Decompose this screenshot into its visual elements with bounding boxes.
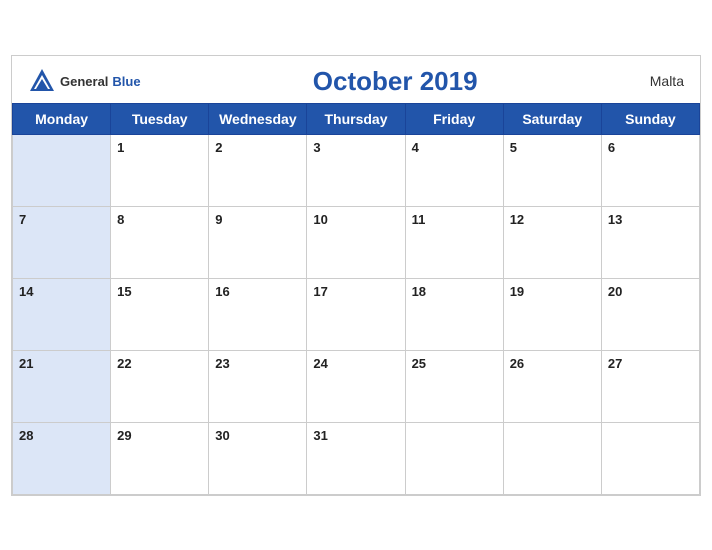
calendar-cell: 31	[307, 422, 405, 494]
calendar-header: General Blue October 2019 Malta	[12, 56, 700, 103]
day-number: 4	[412, 140, 419, 155]
day-number: 10	[313, 212, 327, 227]
calendar-cell: 17	[307, 278, 405, 350]
day-number: 6	[608, 140, 615, 155]
calendar-cell: 1	[111, 134, 209, 206]
day-number: 26	[510, 356, 524, 371]
calendar-cell: 18	[405, 278, 503, 350]
day-number: 15	[117, 284, 131, 299]
day-number: 17	[313, 284, 327, 299]
calendar-cell	[13, 134, 111, 206]
day-number: 3	[313, 140, 320, 155]
weekday-header-friday: Friday	[405, 103, 503, 134]
country-label: Malta	[650, 73, 684, 89]
day-number: 22	[117, 356, 131, 371]
day-number: 25	[412, 356, 426, 371]
day-number: 28	[19, 428, 33, 443]
day-number: 1	[117, 140, 124, 155]
weekday-header-monday: Monday	[13, 103, 111, 134]
calendar-title: October 2019	[313, 66, 478, 97]
calendar-cell: 20	[601, 278, 699, 350]
calendar-cell	[601, 422, 699, 494]
logo-area: General Blue	[28, 67, 141, 95]
day-number: 13	[608, 212, 622, 227]
calendar-cell: 12	[503, 206, 601, 278]
logo-icon	[28, 67, 56, 95]
calendar-cell: 29	[111, 422, 209, 494]
calendar-cell: 19	[503, 278, 601, 350]
day-number: 30	[215, 428, 229, 443]
day-number: 7	[19, 212, 26, 227]
calendar-cell: 14	[13, 278, 111, 350]
day-number: 16	[215, 284, 229, 299]
calendar-cell: 26	[503, 350, 601, 422]
calendar-cell: 10	[307, 206, 405, 278]
calendar-cell: 30	[209, 422, 307, 494]
day-number: 21	[19, 356, 33, 371]
day-number: 27	[608, 356, 622, 371]
calendar: General Blue October 2019 Malta MondayTu…	[11, 55, 701, 496]
calendar-cell: 13	[601, 206, 699, 278]
calendar-cell: 16	[209, 278, 307, 350]
calendar-cell: 3	[307, 134, 405, 206]
day-number: 24	[313, 356, 327, 371]
day-number: 2	[215, 140, 222, 155]
weekday-header-row: MondayTuesdayWednesdayThursdayFridaySatu…	[13, 103, 700, 134]
logo-general: General	[60, 74, 108, 89]
day-number: 29	[117, 428, 131, 443]
calendar-cell: 23	[209, 350, 307, 422]
calendar-cell: 22	[111, 350, 209, 422]
day-number: 5	[510, 140, 517, 155]
calendar-cell: 9	[209, 206, 307, 278]
weekday-header-wednesday: Wednesday	[209, 103, 307, 134]
calendar-cell: 4	[405, 134, 503, 206]
day-number: 23	[215, 356, 229, 371]
week-row-1: 1 2 3 4 5 6	[13, 134, 700, 206]
day-number: 14	[19, 284, 33, 299]
week-row-2: 7 8 9 10 11 12 13	[13, 206, 700, 278]
day-number: 9	[215, 212, 222, 227]
day-number: 31	[313, 428, 327, 443]
calendar-cell: 27	[601, 350, 699, 422]
logo-blue: Blue	[112, 74, 140, 89]
day-number: 20	[608, 284, 622, 299]
calendar-cell: 2	[209, 134, 307, 206]
calendar-cell	[503, 422, 601, 494]
calendar-cell: 7	[13, 206, 111, 278]
calendar-cell: 8	[111, 206, 209, 278]
day-number: 19	[510, 284, 524, 299]
week-row-5: 28 29 30 31	[13, 422, 700, 494]
day-number: 12	[510, 212, 524, 227]
calendar-cell: 6	[601, 134, 699, 206]
calendar-cell: 28	[13, 422, 111, 494]
weekday-header-saturday: Saturday	[503, 103, 601, 134]
day-number: 11	[412, 212, 426, 227]
week-row-4: 21 22 23 24 25 26 27	[13, 350, 700, 422]
calendar-cell: 25	[405, 350, 503, 422]
week-row-3: 14 15 16 17 18 19 20	[13, 278, 700, 350]
calendar-cell	[405, 422, 503, 494]
day-number: 8	[117, 212, 124, 227]
calendar-table: MondayTuesdayWednesdayThursdayFridaySatu…	[12, 103, 700, 495]
calendar-cell: 21	[13, 350, 111, 422]
calendar-cell: 5	[503, 134, 601, 206]
day-number: 18	[412, 284, 426, 299]
calendar-cell: 24	[307, 350, 405, 422]
calendar-cell: 11	[405, 206, 503, 278]
weekday-header-thursday: Thursday	[307, 103, 405, 134]
weekday-header-sunday: Sunday	[601, 103, 699, 134]
calendar-cell: 15	[111, 278, 209, 350]
weekday-header-tuesday: Tuesday	[111, 103, 209, 134]
